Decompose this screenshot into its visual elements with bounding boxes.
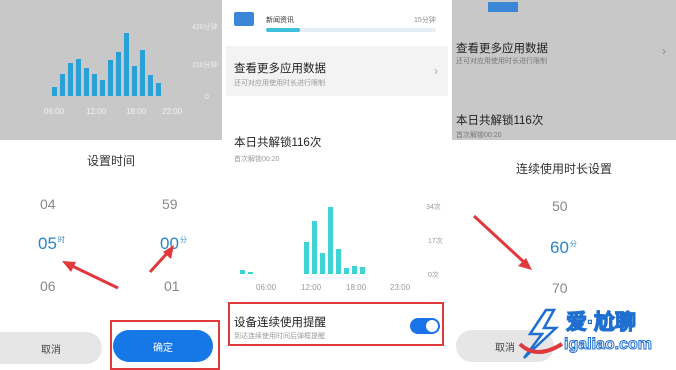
y-label-top: 420分钟 — [192, 24, 218, 31]
x-tick-label: 12:00 — [301, 283, 322, 292]
site-watermark: 爱·尬聊 igaliao.com — [516, 300, 676, 366]
minute-option-above[interactable]: 59 — [162, 196, 178, 212]
x-tick-label: 23:00 — [162, 107, 183, 116]
usage-bar — [76, 59, 81, 96]
usage-bar — [68, 63, 73, 96]
x-tick-label: 06:00 — [44, 107, 65, 116]
hour-option-below[interactable]: 06 — [40, 278, 56, 294]
y-label-top: 34次 — [426, 204, 441, 211]
usage-progress-track — [266, 28, 436, 32]
unlock-bar — [312, 221, 317, 274]
minute-option-below[interactable]: 01 — [164, 278, 180, 294]
unlock-bar — [352, 266, 357, 274]
y-label-mid: 17次 — [428, 238, 443, 245]
hour-option-above[interactable]: 04 — [40, 196, 56, 212]
app-icon — [488, 2, 518, 12]
usage-progress-fill — [266, 28, 300, 32]
unlock-bar — [328, 207, 333, 274]
row-subtitle: 还可对应用使用时长进行限制 — [234, 80, 325, 87]
unlock-bar — [304, 242, 309, 274]
minutes-option-below[interactable]: 70 — [552, 280, 568, 296]
usage-bar-chart — [0, 0, 222, 140]
x-tick-label: 12:00 — [86, 107, 107, 116]
unlock-bar-chart — [226, 196, 448, 288]
cancel-button[interactable]: 取消 — [0, 332, 102, 364]
usage-bar — [100, 80, 105, 96]
unlock-count: 本日共解锁116次 — [456, 115, 544, 127]
usage-bar — [132, 66, 137, 96]
row-title: 查看更多应用数据 — [456, 43, 548, 55]
x-tick-label: 06:00 — [256, 283, 277, 292]
minutes-option-above[interactable]: 50 — [552, 198, 568, 214]
usage-bar — [108, 60, 113, 96]
unlock-bar — [320, 253, 325, 274]
more-app-data-row[interactable]: 查看更多应用数据 还可对应用使用时长进行限制 › — [226, 46, 448, 96]
app-name: 新闻资讯 — [266, 17, 294, 24]
watermark-logo-icon — [518, 308, 564, 359]
news-app-icon — [234, 12, 254, 26]
unlock-count: 本日共解锁116次 — [234, 137, 322, 149]
usage-bar — [148, 75, 153, 96]
watermark-title: 爱·尬聊 — [565, 310, 636, 334]
usage-bar — [124, 33, 129, 96]
usage-chart-dimmed: 420分钟 210分钟 0 06:00 12:00 18:00 23:00 — [0, 0, 222, 140]
y-label-mid: 210分钟 — [192, 62, 218, 69]
row-subtitle: 还可对应用使用时长进行限制 — [456, 58, 547, 65]
usage-bar — [116, 52, 121, 96]
watermark-url: igaliao.com — [563, 336, 653, 354]
chevron-right-icon: › — [662, 44, 666, 58]
usage-bar — [140, 50, 145, 96]
usage-bar — [52, 87, 57, 96]
app-usage-time: 15分钟 — [414, 17, 436, 24]
first-unlock-time: 首次解锁00:20 — [456, 132, 502, 139]
dimmed-background: 查看更多应用数据 还可对应用使用时长进行限制 › 本日共解锁116次 首次解锁0… — [452, 0, 676, 140]
unlock-bar — [248, 272, 253, 274]
unlock-bar — [336, 249, 341, 274]
unlock-bar — [344, 268, 349, 274]
usage-bar — [84, 68, 89, 96]
screen-time-panel: 新闻资讯 15分钟 查看更多应用数据 还可对应用使用时长进行限制 › 本日共解锁… — [226, 0, 448, 370]
unlock-bar — [240, 270, 245, 274]
y-label-zero: 0 — [205, 94, 209, 101]
usage-bar — [156, 83, 161, 96]
x-tick-label: 18:00 — [346, 283, 367, 292]
row-title: 查看更多应用数据 — [234, 63, 326, 75]
usage-bar — [60, 74, 65, 96]
time-setting-panel: 420分钟 210分钟 0 06:00 12:00 18:00 23:00 设置… — [0, 0, 222, 370]
unlock-bar — [360, 267, 365, 274]
y-label-zero: 0次 — [428, 272, 439, 279]
hour-selected[interactable]: 05时 — [38, 234, 65, 254]
dialog-title: 设置时间 — [86, 154, 135, 168]
minutes-selected[interactable]: 60分 — [550, 238, 577, 258]
dialog-title: 连续使用时长设置 — [515, 162, 612, 176]
x-tick-label: 23:00 — [390, 283, 411, 292]
confirm-highlight-box — [110, 320, 220, 370]
usage-bar — [92, 74, 97, 96]
chevron-right-icon: › — [434, 64, 438, 78]
first-unlock-time: 首次解锁00:20 — [234, 156, 280, 163]
reminder-highlight-box — [228, 302, 444, 346]
minute-selected[interactable]: 00分 — [160, 234, 187, 254]
x-tick-label: 18:00 — [126, 107, 147, 116]
